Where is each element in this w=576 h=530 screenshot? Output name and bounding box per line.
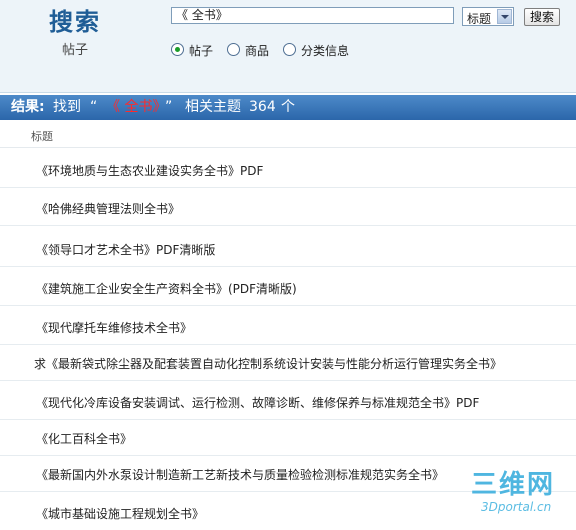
result-suffix: 相关主题 (185, 99, 241, 115)
result-open-quote: “ (90, 99, 98, 115)
radio-option-classifieds[interactable]: 分类信息 (283, 42, 363, 58)
search-subtitle: 帖子 (62, 43, 89, 58)
search-input[interactable]: 《 全书》 (171, 7, 454, 24)
table-row: 《化工百科全书》 (0, 419, 576, 456)
table-row: 《现代化冷库设备安装调试、运行检测、故障诊断、维修保养与标准规范全书》PDF (0, 383, 576, 420)
radio-label: 分类信息 (301, 44, 350, 58)
column-header: 标题 (0, 121, 576, 148)
thread-title-link[interactable]: 《哈佛经典管理法则全书》 (36, 200, 180, 217)
radio-checked-icon[interactable] (171, 43, 184, 56)
table-row: 《环境地质与生态农业建设实务全书》PDF (0, 151, 576, 188)
result-summary-bar: 结果: 找到 “ 《 全书》 ” 相关主题 364 个 (0, 95, 576, 120)
table-row: 《建筑施工企业安全生产资料全书》(PDF清晰版) (0, 269, 576, 306)
result-keyword: 《 全书》 (106, 99, 167, 115)
result-prefix: 结果: (11, 99, 45, 115)
table-row: 求《最新袋式除尘器及配套装置自动化控制系统设计安装与性能分析运行管理实务全书》 (0, 344, 576, 381)
search-button[interactable]: 搜索 (524, 8, 560, 26)
search-title: 搜索 (49, 8, 101, 36)
radio-unchecked-icon[interactable] (283, 43, 296, 56)
thread-title-link[interactable]: 《建筑施工企业安全生产资料全书》(PDF清晰版) (36, 280, 297, 297)
table-row: 《哈佛经典管理法则全书》 (0, 189, 576, 226)
thread-title-link[interactable]: 《现代摩托车维修技术全书》 (36, 319, 192, 336)
radio-label: 商品 (245, 44, 270, 58)
thread-title-link[interactable]: 求《最新袋式除尘器及配套装置自动化控制系统设计安装与性能分析运行管理实务全书》 (34, 355, 502, 372)
watermark-url: 3Dportal.cn (481, 500, 552, 514)
watermark-logo: 三维网 (471, 470, 556, 500)
table-row: 《领导口才艺术全书》PDF清晰版 (0, 230, 576, 267)
search-panel: 搜索 帖子 《 全书》 标题 搜索 帖子 商品 分类信息 (0, 0, 576, 93)
radio-label: 帖子 (189, 44, 214, 58)
chevron-down-icon[interactable] (497, 9, 512, 24)
thread-title-link[interactable]: 《城市基础设施工程规划全书》 (36, 505, 204, 522)
result-close-quote: ” (165, 99, 173, 115)
result-count: 364 (249, 99, 276, 115)
thread-title-link[interactable]: 《最新国内外水泵设计制造新工艺新技术与质量检验检测标准规范实务全书》 (36, 466, 444, 483)
result-unit: 个 (281, 99, 295, 115)
result-found-text: 找到 (53, 99, 81, 115)
radio-option-products[interactable]: 商品 (227, 42, 287, 58)
watermark: 三维网 3Dportal.cn (471, 464, 571, 518)
table-row: 《现代摩托车维修技术全书》 (0, 308, 576, 345)
search-scope-select[interactable]: 标题 (462, 7, 514, 26)
thread-title-link[interactable]: 《领导口才艺术全书》PDF清晰版 (36, 241, 215, 258)
column-header-title: 标题 (31, 130, 53, 143)
radio-unchecked-icon[interactable] (227, 43, 240, 56)
thread-title-link[interactable]: 《现代化冷库设备安装调试、运行检测、故障诊断、维修保养与标准规范全书》PDF (36, 394, 479, 411)
search-scope-value: 标题 (467, 12, 492, 26)
radio-option-posts[interactable]: 帖子 (171, 42, 231, 58)
thread-title-link[interactable]: 《环境地质与生态农业建设实务全书》PDF (36, 162, 263, 179)
thread-title-link[interactable]: 《化工百科全书》 (36, 430, 132, 447)
